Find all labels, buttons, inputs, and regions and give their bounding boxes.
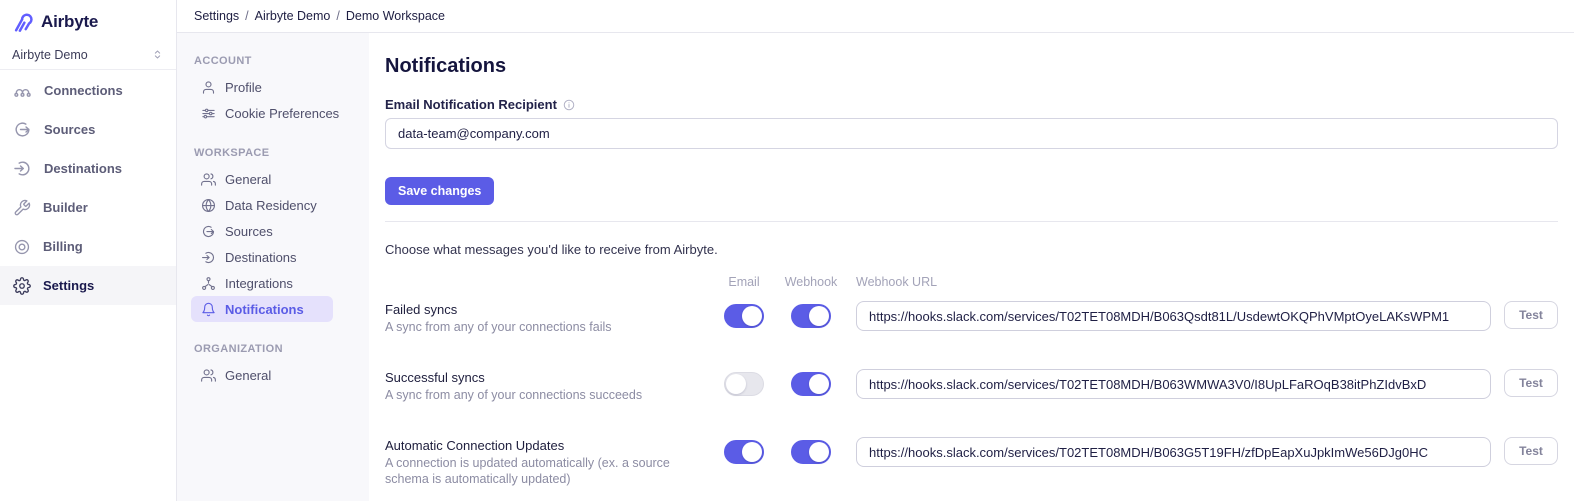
sidebar-item-billing[interactable]: Billing — [0, 227, 176, 266]
globe-icon — [201, 198, 216, 213]
test-webhook-button[interactable]: Test — [1504, 301, 1558, 329]
settings-nav-label: Notifications — [225, 302, 304, 317]
breadcrumb-settings[interactable]: Settings — [194, 9, 239, 23]
notification-row-failed-syncs: Failed syncs A sync from any of your con… — [385, 301, 1558, 335]
notifications-panel: Notifications Email Notification Recipie… — [369, 33, 1574, 501]
settings-section-workspace: WORKSPACE — [194, 147, 369, 159]
settings-section-account: ACCOUNT — [194, 55, 369, 67]
main-sidebar: Airbyte Airbyte Demo Connections Sources… — [0, 0, 177, 501]
row-title: Automatic Connection Updates — [385, 437, 711, 454]
email-toggle[interactable] — [724, 372, 764, 396]
sidebar-item-label: Settings — [43, 278, 94, 293]
chevron-up-down-icon — [151, 48, 164, 61]
settings-nav-label: Integrations — [225, 276, 293, 291]
settings-nav-item-general[interactable]: General — [191, 166, 333, 192]
sliders-icon — [201, 106, 216, 121]
sidebar-item-label: Sources — [44, 122, 95, 137]
notification-row-successful-syncs: Successful syncs A sync from any of your… — [385, 369, 1558, 403]
page-title: Notifications — [385, 55, 1558, 78]
settings-nav-label: Sources — [225, 224, 273, 239]
bell-icon — [201, 302, 216, 317]
row-description: A sync from any of your connections fail… — [385, 319, 711, 335]
row-description: A connection is updated automatically (e… — [385, 455, 711, 487]
sidebar-item-builder[interactable]: Builder — [0, 188, 176, 227]
destination-icon — [201, 250, 216, 265]
test-webhook-button[interactable]: Test — [1504, 369, 1558, 397]
sidebar-item-settings[interactable]: Settings — [0, 266, 176, 305]
source-icon — [13, 120, 32, 139]
brand-name: Airbyte — [41, 12, 98, 32]
webhook-toggle[interactable] — [791, 372, 831, 396]
settings-nav-item-profile[interactable]: Profile — [191, 74, 333, 100]
settings-nav-item-notifications[interactable]: Notifications — [191, 296, 333, 322]
email-recipient-label: Email Notification Recipient — [385, 97, 557, 112]
webhook-url-input[interactable] — [856, 301, 1491, 331]
settings-nav-item-integrations[interactable]: Integrations — [191, 270, 333, 296]
breadcrumb-separator: / — [336, 9, 339, 23]
email-recipient-input[interactable] — [385, 118, 1558, 149]
wrench-icon — [13, 199, 31, 217]
settings-nav-label: Profile — [225, 80, 262, 95]
email-toggle[interactable] — [724, 440, 764, 464]
test-webhook-button[interactable]: Test — [1504, 437, 1558, 465]
settings-nav-item-org-general[interactable]: General — [191, 362, 333, 388]
email-column-header: Email — [711, 275, 777, 289]
settings-section-organization: ORGANIZATION — [194, 343, 369, 355]
main-nav: Connections Sources Destinations Builder… — [0, 70, 176, 305]
save-changes-button[interactable]: Save changes — [385, 177, 494, 205]
workspace-selector[interactable]: Airbyte Demo — [0, 40, 176, 70]
settings-nav-label: Data Residency — [225, 198, 317, 213]
webhook-toggle[interactable] — [791, 440, 831, 464]
settings-nav-label: General — [225, 368, 271, 383]
row-title: Successful syncs — [385, 369, 711, 386]
airbyte-logo-icon — [12, 11, 34, 33]
breadcrumb-separator: / — [245, 9, 248, 23]
connections-icon — [13, 81, 32, 100]
sidebar-item-label: Billing — [43, 239, 83, 254]
notifications-table-header: Email Webhook Webhook URL — [385, 275, 1558, 289]
webhook-url-input[interactable] — [856, 369, 1491, 399]
app-window: Airbyte Airbyte Demo Connections Sources… — [0, 0, 1574, 501]
row-title: Failed syncs — [385, 301, 711, 318]
topbar: Settings / Airbyte Demo / Demo Workspace — [177, 0, 1574, 33]
row-description: A sync from any of your connections succ… — [385, 387, 711, 403]
settings-nav-label: Destinations — [225, 250, 297, 265]
billing-icon — [13, 238, 31, 256]
webhook-url-input[interactable] — [856, 437, 1491, 467]
settings-nav-label: General — [225, 172, 271, 187]
settings-nav-item-destinations[interactable]: Destinations — [191, 244, 333, 270]
info-icon — [563, 99, 575, 111]
breadcrumb-demo-workspace[interactable]: Demo Workspace — [346, 9, 445, 23]
breadcrumb-workspace[interactable]: Airbyte Demo — [255, 9, 331, 23]
sidebar-item-connections[interactable]: Connections — [0, 71, 176, 110]
gear-icon — [13, 277, 31, 295]
users-icon — [201, 172, 216, 187]
settings-nav-label: Cookie Preferences — [225, 106, 339, 121]
share-nodes-icon — [201, 276, 216, 291]
destination-icon — [13, 159, 32, 178]
sidebar-item-label: Builder — [43, 200, 88, 215]
brand-logo[interactable]: Airbyte — [0, 0, 176, 40]
users-icon — [201, 368, 216, 383]
email-toggle[interactable] — [724, 304, 764, 328]
webhook-url-column-header: Webhook URL — [845, 275, 1504, 289]
section-divider — [385, 221, 1558, 222]
settings-nav-item-sources[interactable]: Sources — [191, 218, 333, 244]
settings-nav-item-cookie-preferences[interactable]: Cookie Preferences — [191, 100, 333, 126]
settings-nav: ACCOUNT Profile Cookie Preferences WORKS… — [177, 33, 369, 501]
notification-row-automatic-connection-updates: Automatic Connection Updates A connectio… — [385, 437, 1558, 487]
notifications-description: Choose what messages you'd like to recei… — [385, 242, 1558, 257]
webhook-column-header: Webhook — [777, 275, 845, 289]
webhook-toggle[interactable] — [791, 304, 831, 328]
settings-nav-item-data-residency[interactable]: Data Residency — [191, 192, 333, 218]
user-icon — [201, 80, 216, 95]
sidebar-item-destinations[interactable]: Destinations — [0, 149, 176, 188]
source-icon — [201, 224, 216, 239]
sidebar-item-label: Connections — [44, 83, 123, 98]
sidebar-item-label: Destinations — [44, 161, 122, 176]
workspace-selector-label: Airbyte Demo — [12, 48, 88, 62]
sidebar-item-sources[interactable]: Sources — [0, 110, 176, 149]
